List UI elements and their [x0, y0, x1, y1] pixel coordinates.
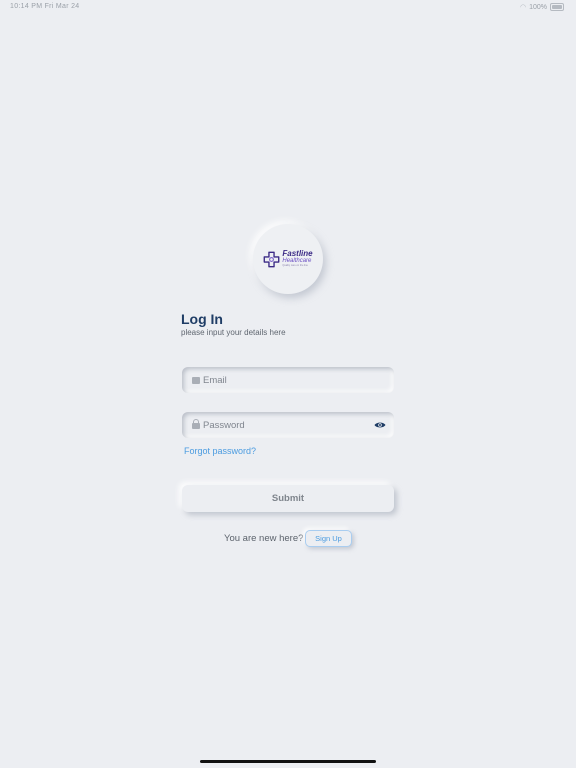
logo-tagline: Quality care on the line	[282, 264, 308, 268]
app-logo: Fastline Healthcare Quality care on the …	[253, 224, 323, 294]
medical-cross-icon	[263, 251, 280, 267]
email-input[interactable]	[203, 374, 394, 386]
battery-percent: 100%	[529, 3, 547, 11]
home-indicator[interactable]	[200, 760, 376, 763]
page-title: Log In	[181, 311, 223, 327]
status-indicators: ◠ 100%	[520, 3, 564, 11]
logo-content: Fastline Healthcare Quality care on the …	[263, 250, 313, 268]
eye-icon[interactable]	[374, 421, 386, 429]
submit-button[interactable]: Submit	[182, 485, 394, 512]
wifi-icon: ◠	[519, 4, 527, 11]
logo-name: Fastline	[282, 249, 313, 259]
status-time-date: 10:14 PM Fri Mar 24	[10, 3, 80, 10]
logo-text: Fastline Healthcare Quality care on the …	[282, 250, 312, 268]
lock-icon	[192, 418, 200, 429]
signup-prompt: You are new here?	[224, 533, 304, 544]
status-bar: 10:14 PM Fri Mar 24 ◠ 100%	[0, 0, 576, 14]
mail-icon	[192, 376, 200, 384]
signup-button[interactable]: Sign Up	[305, 530, 352, 547]
battery-icon	[550, 3, 564, 11]
page-subtitle: please input your details here	[181, 328, 286, 337]
forgot-password-link[interactable]: Forgot password?	[184, 446, 256, 456]
email-field[interactable]	[182, 367, 394, 393]
password-input[interactable]	[203, 419, 394, 431]
password-field[interactable]	[182, 412, 394, 438]
